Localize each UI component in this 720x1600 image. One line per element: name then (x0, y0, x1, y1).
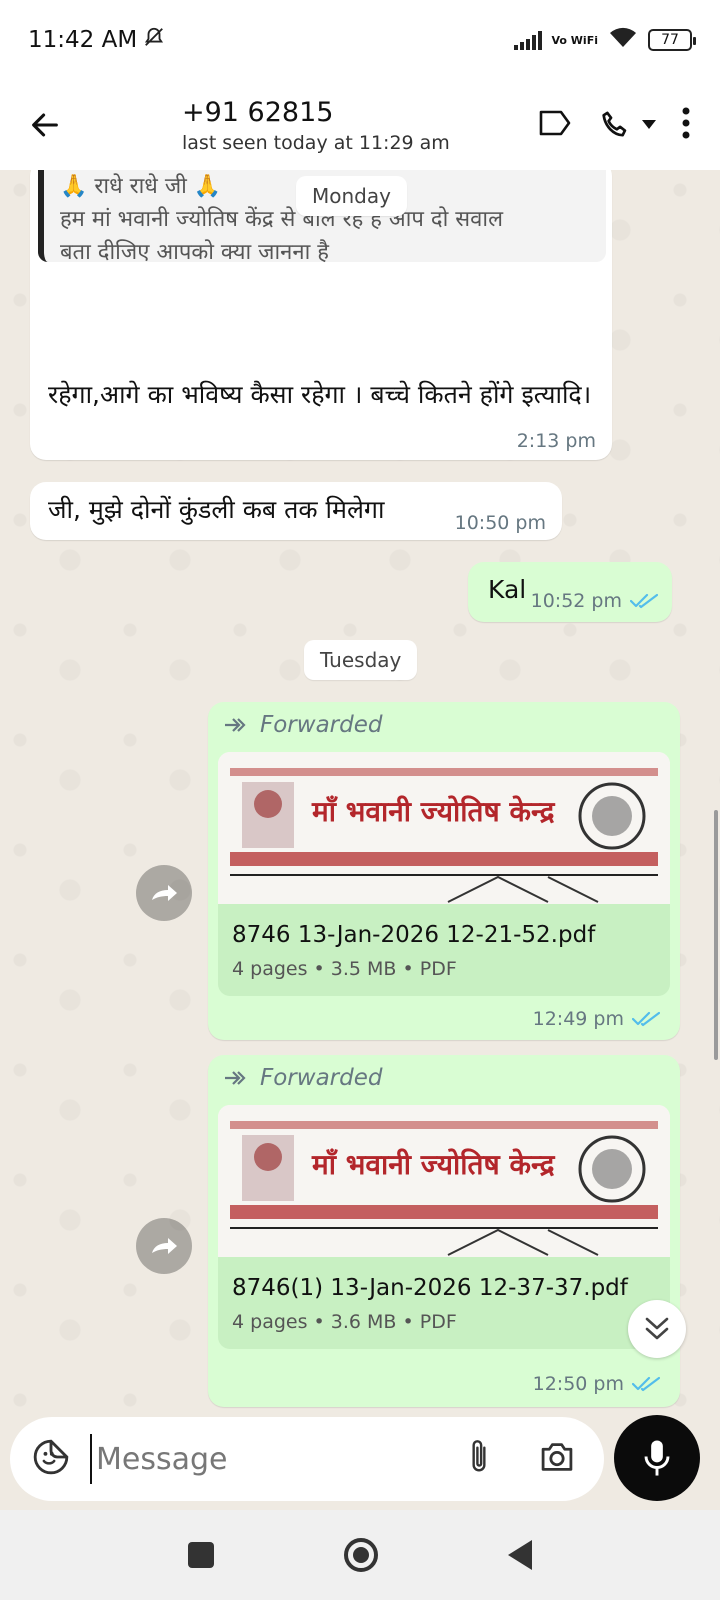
camera-button[interactable] (538, 1440, 576, 1478)
microphone-icon (644, 1440, 670, 1476)
forwarded-icon (225, 718, 246, 732)
forwarded-label: Forwarded (224, 712, 382, 738)
paperclip-icon (472, 1440, 486, 1472)
double-check-icon (632, 1011, 660, 1027)
outgoing-document-message[interactable]: Forwarded माँ भवानी ज्योतिष केन्द्र 8746… (208, 1055, 680, 1407)
double-chevron-down-icon (645, 1317, 669, 1340)
system-back-button[interactable] (508, 1540, 532, 1570)
document-meta: 4 pages • 3.6 MB • PDF (232, 1311, 457, 1333)
back-button[interactable] (0, 80, 90, 170)
signal-icon (513, 30, 542, 50)
status-icons: Vo WiFi 77 (513, 25, 696, 55)
contact-info[interactable]: +91 62815 last seen today at 11:29 am (182, 97, 450, 154)
incoming-message[interactable]: जी, मुझे दोनों कुंडली कब तक मिलेगा 10:50… (30, 482, 562, 540)
voice-call-button[interactable] (598, 108, 656, 142)
chat-header: +91 62815 last seen today at 11:29 am (0, 80, 720, 170)
message-input-box (10, 1417, 604, 1501)
document-meta: 4 pages • 3.5 MB • PDF (232, 958, 457, 980)
message-status: 12:50 pm (533, 1373, 660, 1395)
date-separator: Monday (296, 176, 407, 216)
recent-apps-button[interactable] (188, 1542, 214, 1568)
message-time: 2:13 pm (516, 430, 596, 452)
thumbnail-title: माँ भवानी ज्योतिष केन्द्र (312, 795, 555, 828)
document-name: 8746 13-Jan-2026 12-21-52.pdf (232, 922, 596, 948)
date-separator: Tuesday (304, 640, 418, 680)
label-tag-button[interactable] (538, 108, 572, 142)
attach-button[interactable] (466, 1437, 492, 1481)
sticker-button[interactable] (32, 1438, 70, 1480)
document-thumbnail: माँ भवानी ज्योतिष केन्द्र (218, 1105, 670, 1257)
muted-bell-icon (143, 26, 165, 54)
message-time: 12:50 pm (532, 1373, 624, 1395)
header-actions (538, 107, 720, 143)
sticker-icon (33, 1439, 69, 1475)
message-text: रहेगा,आगे का भविष्य कैसा रहेगा । बच्चे क… (48, 380, 592, 409)
message-status: 12:49 pm (533, 1008, 660, 1030)
caret-down-icon (642, 120, 656, 129)
forward-icon (152, 1238, 177, 1254)
composer (0, 1415, 720, 1510)
input-actions (466, 1437, 604, 1481)
forwarded-text: Forwarded (260, 1065, 383, 1091)
voice-record-button[interactable] (614, 1415, 700, 1501)
forward-icon (152, 885, 177, 901)
outgoing-document-message[interactable]: Forwarded माँ भवानी ज्योतिष केन्द्र 8746… (208, 702, 680, 1040)
message-time: 10:50 pm (454, 512, 546, 534)
message-text: Kal (488, 575, 527, 604)
forwarded-icon (225, 1071, 246, 1085)
scrollbar[interactable] (714, 810, 718, 1060)
more-options-button[interactable] (682, 107, 690, 143)
message-status: 10:52 pm (531, 590, 658, 612)
scroll-to-bottom-button[interactable] (628, 1300, 686, 1358)
wifi-icon (608, 25, 638, 55)
home-button[interactable] (344, 1538, 378, 1572)
document-name: 8746(1) 13-Jan-2026 12-37-37.pdf (232, 1275, 628, 1301)
forwarded-label: Forwarded (224, 1065, 382, 1091)
forward-shortcut-button[interactable] (136, 1218, 192, 1274)
document-card[interactable]: माँ भवानी ज्योतिष केन्द्र 8746 13-Jan-20… (218, 752, 670, 996)
status-time-group: 11:42 AM (28, 26, 165, 54)
outgoing-message[interactable]: Kal 10:52 pm (468, 562, 672, 622)
camera-icon (541, 1443, 573, 1471)
message-text: जी, मुझे दोनों कुंडली कब तक मिलेगा (48, 495, 385, 524)
thumbnail-title: माँ भवानी ज्योतिष केन्द्र (312, 1148, 555, 1181)
forward-shortcut-button[interactable] (136, 865, 192, 921)
message-time: 10:52 pm (530, 590, 622, 612)
system-navigation-bar (0, 1510, 720, 1600)
double-check-icon (632, 1376, 660, 1392)
last-seen: last seen today at 11:29 am (182, 131, 450, 154)
document-thumbnail: माँ भवानी ज्योतिष केन्द्र (218, 752, 670, 904)
battery-icon: 77 (648, 29, 696, 51)
contact-name: +91 62815 (182, 96, 334, 128)
message-input[interactable] (90, 1434, 440, 1484)
quoted-line: बता दीजिए आपको क्या जानना है (60, 240, 329, 265)
double-check-icon (630, 593, 658, 609)
status-bar: 11:42 AM Vo WiFi 77 (0, 0, 720, 80)
status-time: 11:42 AM (28, 27, 138, 53)
forwarded-text: Forwarded (260, 712, 383, 738)
arrow-left-icon (32, 113, 58, 137)
document-card[interactable]: माँ भवानी ज्योतिष केन्द्र 8746(1) 13-Jan… (218, 1105, 670, 1349)
phone-icon (602, 111, 627, 137)
more-vertical-icon (682, 107, 690, 139)
label-icon (539, 110, 571, 136)
vowifi-label: Vo WiFi (551, 33, 599, 47)
chat-area[interactable]: 🙏 राधे राधे जी 🙏 हम मां भवानी ज्योतिष के… (0, 170, 720, 1415)
message-time: 12:49 pm (532, 1008, 624, 1030)
